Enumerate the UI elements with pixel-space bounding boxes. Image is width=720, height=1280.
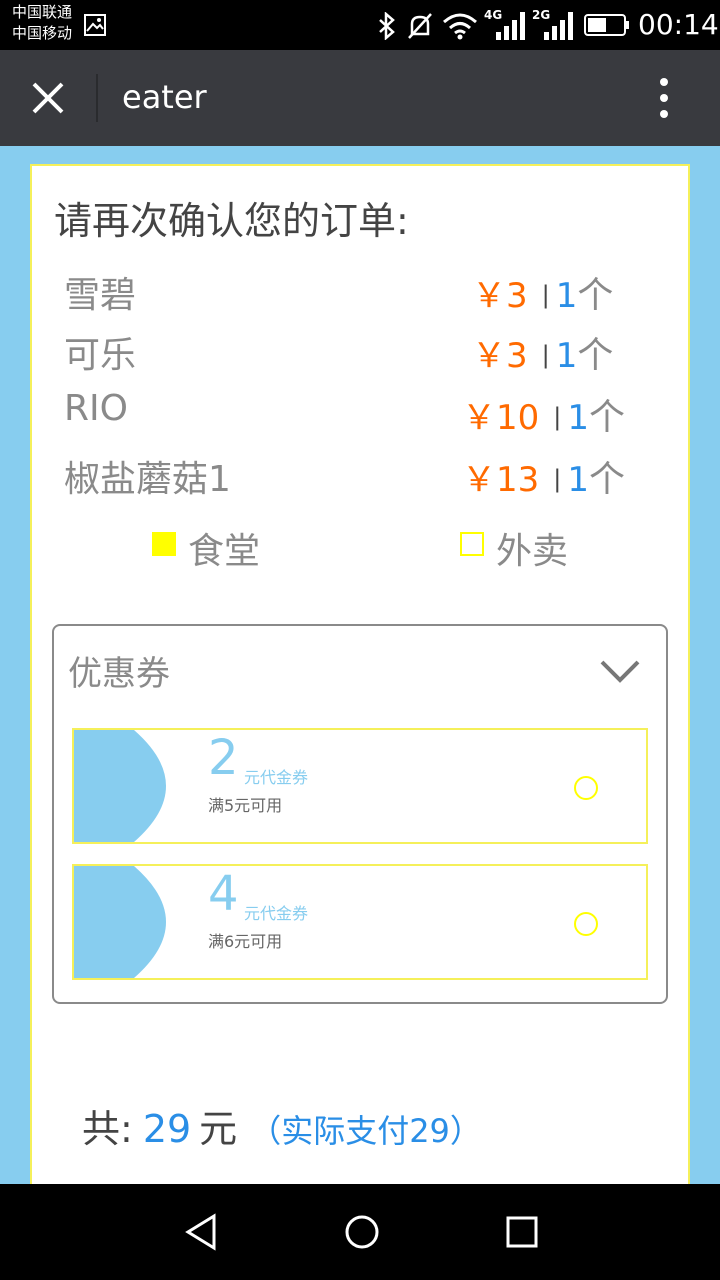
item-price-qty: ￥10 | 1个 [462,388,625,440]
item-name: 雪碧 [64,275,137,316]
item-quantity: 1 [555,276,578,316]
order-heading: 请再次确认您的订单: [54,199,409,243]
coupon-decoration [74,730,166,842]
gallery-icon [84,14,106,36]
close-icon[interactable] [22,72,74,124]
battery-icon [584,14,629,36]
item-unit: 个 [577,275,614,316]
title-bar: eater [0,50,720,146]
bluetooth-icon [379,12,395,40]
chevron-down-icon[interactable] [598,656,642,686]
signal-2g-icon: 2G [532,8,574,40]
item-quantity: 1 [555,336,578,376]
item-price: ￥3 [472,276,528,316]
home-icon[interactable] [342,1212,382,1252]
coupon-decoration [74,866,166,978]
status-bar: 中国联通 中国移动 4G 2G 00:14 [0,0,720,50]
item-price-qty: ￥3 | 1个 [472,326,613,378]
order-item: 可乐 ￥3 | 1个 [64,326,664,378]
item-quantity: 1 [567,460,589,500]
recent-apps-icon[interactable] [502,1212,542,1252]
signal-4g-icon: 4G [484,8,526,40]
item-name: 椒盐蘑菇1 [64,459,231,500]
total-value: 29 [142,1107,192,1151]
coupon-unit: 元代金券 [244,904,309,923]
total-unit: 元 [199,1107,238,1151]
coupon-panel-title[interactable]: 优惠券 [68,646,170,695]
option-label: 外卖 [496,531,569,572]
coupon-condition: 满6元可用 [208,932,283,951]
navigation-bar [0,1184,720,1280]
coupon-card[interactable]: 2 元代金券 满5元可用 [72,728,648,844]
item-separator: | [553,465,562,493]
item-price: ￥3 [472,336,528,376]
option-label: 食堂 [188,531,261,572]
title-divider [96,74,98,122]
vibrate-mute-icon [408,13,432,39]
coupon-amount: 2 [208,730,239,786]
item-quantity: 1 [567,398,589,438]
item-price: ￥10 [462,398,540,438]
coupon-amount: 4 [208,866,239,922]
coupon-radio[interactable] [574,776,598,800]
coupon-unit: 元代金券 [244,768,309,787]
item-separator: | [541,281,550,309]
coupon-card[interactable]: 4 元代金券 满6元可用 [72,864,648,980]
item-name: 可乐 [64,335,137,376]
item-name: RIO [64,388,128,429]
order-item: RIO ￥10 | 1个 [64,388,664,440]
wifi-icon [443,13,477,40]
carrier-1: 中国联通 [12,3,73,21]
order-item: 椒盐蘑菇1 ￥13 | 1个 [64,450,664,502]
item-price: ￥13 [462,460,540,500]
order-card: 请再次确认您的订单: 雪碧 ￥3 | 1个 可乐 ￥3 | 1个 RIO ￥10 | 1个 … [30,164,690,1184]
item-price-qty: ￥3 | 1个 [472,266,613,318]
item-separator: | [553,403,562,431]
item-price-qty: ￥13 | 1个 [462,450,625,502]
item-unit: 个 [577,335,614,376]
page-content: 请再次确认您的订单: 雪碧 ￥3 | 1个 可乐 ￥3 | 1个 RIO ￥10 | 1个 … [0,146,720,1184]
item-unit: 个 [589,397,626,438]
order-item: 雪碧 ￥3 | 1个 [64,266,664,318]
clock: 00:14 [638,8,719,41]
item-separator: | [541,341,550,369]
canteen-checkbox[interactable] [152,532,176,556]
more-options-icon[interactable] [644,72,684,124]
back-icon[interactable] [182,1212,222,1252]
item-unit: 个 [589,459,626,500]
total-label: 共: [82,1107,133,1151]
order-total: 共: 29 元 （实际支付29） [82,1098,482,1153]
page-title: eater [122,78,207,116]
carrier-labels: 中国联通 中国移动 [12,2,72,44]
actual-payment: （实际支付29） [249,1112,482,1150]
carrier-2: 中国移动 [12,24,73,42]
takeout-checkbox[interactable] [460,532,484,556]
coupon-radio[interactable] [574,912,598,936]
coupon-panel: 优惠券 2 元代金券 满5元可用 4 元代金券 满6元可用 [52,624,668,1004]
coupon-condition: 满5元可用 [208,796,283,815]
